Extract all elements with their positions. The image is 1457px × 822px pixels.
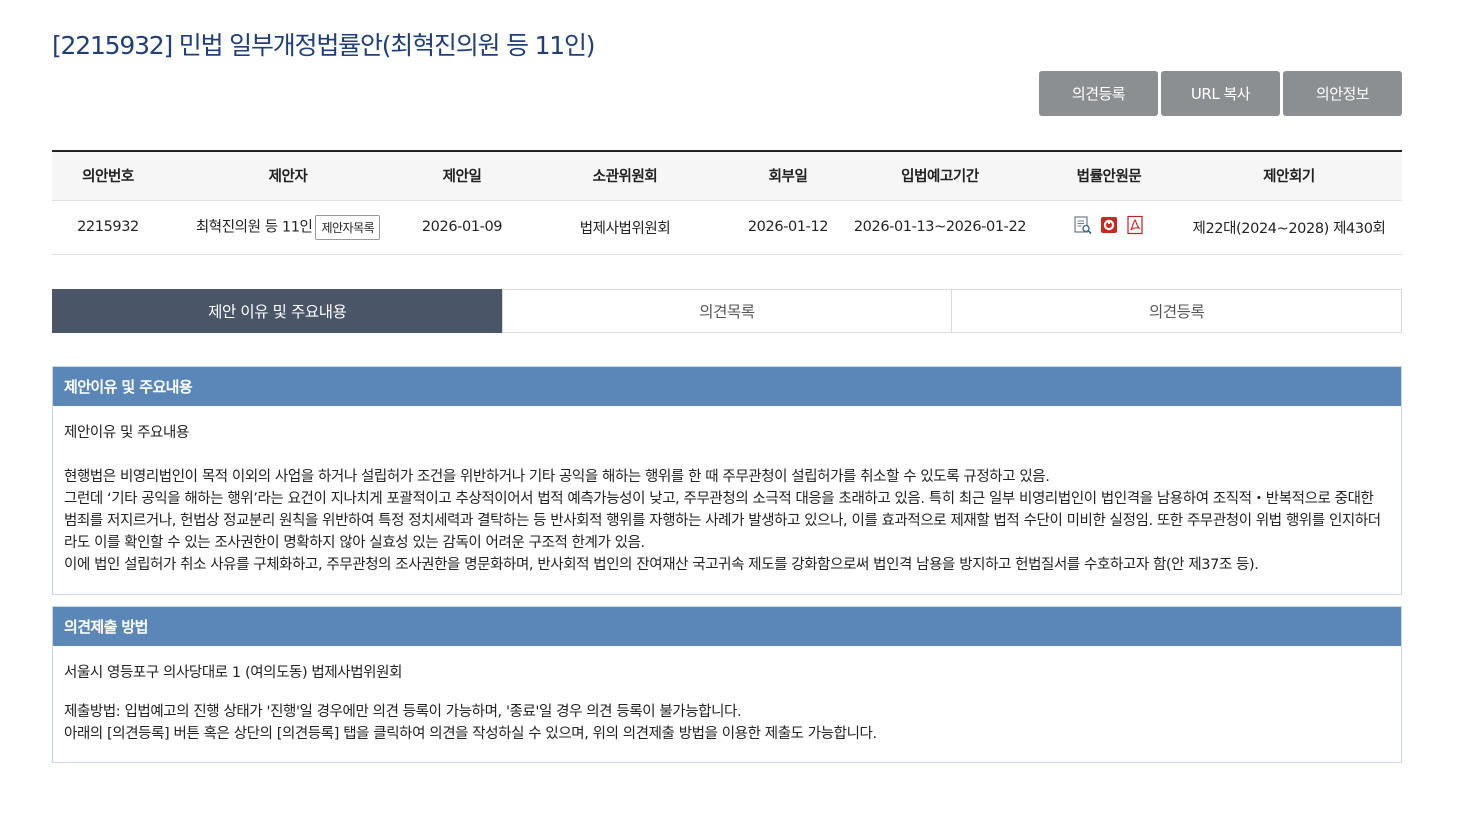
submit-address: 서울시 영등포구 의사당대로 1 (여의도동) 법제사법위원회 <box>64 665 403 681</box>
register-opinion-button[interactable]: 의견등록 <box>1039 71 1158 116</box>
col-proposer: 제안자 <box>164 151 412 201</box>
col-bill-no: 의안번호 <box>52 151 164 201</box>
col-proposal-date: 제안일 <box>412 151 512 201</box>
proposer-list-button[interactable]: 제안자목록 <box>315 214 381 240</box>
col-notice-period: 입법예고기간 <box>838 151 1042 201</box>
proposal-date: 2026-01-09 <box>412 200 512 255</box>
reason-paragraph-2: 그런데 ‘기타 공익을 해하는 행위’라는 요건이 지나치게 포괄적이고 추상적… <box>64 491 1381 551</box>
proposer-cell: 최혁진의원 등 11인 제안자목록 <box>164 200 412 255</box>
submit-method-body: 서울시 영등포구 의사당대로 1 (여의도동) 법제사법위원회 제출방법: 입법… <box>53 646 1401 745</box>
col-referral-date: 회부일 <box>738 151 838 201</box>
tab-opinion-list[interactable]: 의견목록 <box>501 289 953 333</box>
reason-paragraph-3: 이에 법인 설립허가 취소 사유를 구체화하고, 주무관청의 조사권한을 명문화… <box>64 557 1259 573</box>
copy-url-button[interactable]: URL 복사 <box>1161 71 1280 116</box>
table-header-row: 의안번호 제안자 제안일 소관위원회 회부일 입법예고기간 법률안원문 제안회기 <box>52 151 1402 201</box>
table-row: 2215932 최혁진의원 등 11인 제안자목록 2026-01-09 법제사법… <box>52 200 1402 255</box>
col-committee: 소관위원회 <box>512 151 738 201</box>
referral-date: 2026-01-12 <box>738 200 838 255</box>
reason-section-body: 제안이유 및 주요내용 현행법은 비영리법인이 목적 이외의 사업을 하거나 설… <box>53 406 1401 576</box>
tab-reason[interactable]: 제안 이유 및 주요내용 <box>52 289 503 333</box>
bill-info-button[interactable]: 의안정보 <box>1283 71 1402 116</box>
document-search-icon[interactable] <box>1073 215 1093 235</box>
content-tabs: 제안 이유 및 주요내용 의견목록 의견등록 <box>52 289 1403 333</box>
hwp-file-icon[interactable] <box>1099 215 1119 235</box>
submit-method-header: 의견제출 방법 <box>53 607 1401 646</box>
action-buttons: 의견등록 URL 복사 의안정보 <box>1039 71 1402 116</box>
col-bill-text: 법률안원문 <box>1042 151 1176 201</box>
submit-method-section: 의견제출 방법 서울시 영등포구 의사당대로 1 (여의도동) 법제사법위원회 … <box>52 606 1402 763</box>
submit-method-line-1: 제출방법: 입법예고의 진행 상태가 '진행'일 경우에만 의견 등록이 가능하… <box>64 704 742 720</box>
tab-opinion-register[interactable]: 의견등록 <box>951 289 1403 333</box>
committee: 법제사법위원회 <box>512 200 738 255</box>
reason-subtitle: 제안이유 및 주요내용 <box>64 425 189 441</box>
notice-period: 2026-01-13~2026-01-22 <box>838 200 1042 255</box>
reason-section-header: 제안이유 및 주요내용 <box>53 367 1401 406</box>
reason-paragraph-1: 현행법은 비영리법인이 목적 이외의 사업을 하거나 설립허가 조건을 위반하거… <box>64 469 1050 485</box>
bill-info-table: 의안번호 제안자 제안일 소관위원회 회부일 입법예고기간 법률안원문 제안회기… <box>52 150 1402 255</box>
bill-no: 2215932 <box>52 200 164 255</box>
reason-section: 제안이유 및 주요내용 제안이유 및 주요내용 현행법은 비영리법인이 목적 이… <box>52 366 1402 595</box>
submit-method-line-2: 아래의 [의견등록] 버튼 혹은 상단의 [의견등록] 탭을 클릭하여 의견을 … <box>64 726 877 742</box>
bill-text-icons <box>1042 200 1176 255</box>
pdf-file-icon[interactable] <box>1125 215 1145 235</box>
page-title: [2215932] 민법 일부개정법률안(최혁진의원 등 11인) <box>52 31 596 60</box>
session: 제22대(2024~2028) 제430회 <box>1176 200 1402 255</box>
proposer: 최혁진의원 등 11인 <box>195 219 313 235</box>
col-session: 제안회기 <box>1176 151 1402 201</box>
